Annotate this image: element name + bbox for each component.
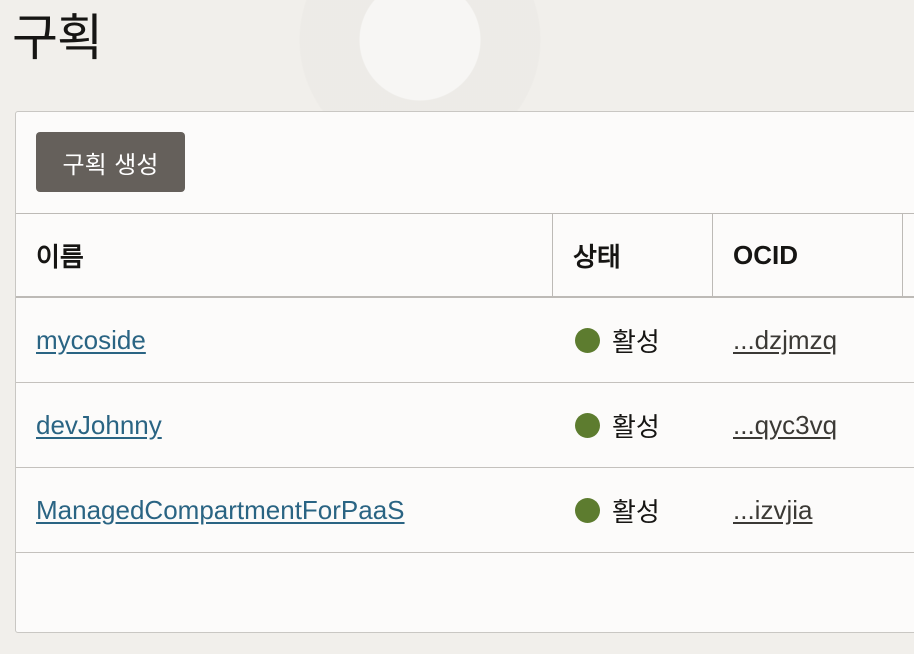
- page-title: 구획: [12, 9, 103, 67]
- table-row: mycoside 활성 ...dzjmzq: [16, 298, 914, 383]
- ocid-cell: ...dzjmzq: [733, 298, 837, 382]
- status-cell: 활성: [575, 383, 660, 467]
- status-text: 활성: [612, 497, 660, 528]
- name-cell: mycoside: [36, 298, 146, 382]
- table-header-row: 이름 상태 OCID: [16, 213, 914, 298]
- status-text: 활성: [612, 412, 660, 443]
- compartment-name-link[interactable]: devJohnny: [36, 410, 162, 441]
- compartments-page: 구획 구획 생성 이름 상태 OCID mycoside 활성 ...dzjmz…: [0, 0, 914, 654]
- status-cell: 활성: [575, 468, 660, 552]
- status-active-icon: [575, 497, 600, 523]
- status-text: 활성: [612, 327, 660, 358]
- name-cell: devJohnny: [36, 383, 162, 467]
- column-header-ocid[interactable]: OCID: [713, 214, 903, 297]
- status-active-icon: [575, 327, 600, 353]
- compartments-panel: 구획 생성 이름 상태 OCID mycoside 활성 ...dzjmzq d…: [15, 111, 914, 633]
- ocid-link[interactable]: ...dzjmzq: [733, 325, 837, 356]
- column-header-status[interactable]: 상태: [553, 214, 713, 297]
- status-active-icon: [575, 412, 600, 438]
- create-compartment-button[interactable]: 구획 생성: [36, 132, 185, 192]
- table-row: ManagedCompartmentForPaaS 활성 ...izvjia: [16, 468, 914, 553]
- compartment-name-link[interactable]: mycoside: [36, 325, 146, 356]
- compartment-name-link[interactable]: ManagedCompartmentForPaaS: [36, 495, 405, 526]
- column-header-name[interactable]: 이름: [16, 214, 553, 297]
- name-cell: ManagedCompartmentForPaaS: [36, 468, 405, 552]
- ocid-link[interactable]: ...qyc3vq: [733, 410, 837, 441]
- status-cell: 활성: [575, 298, 660, 382]
- ocid-link[interactable]: ...izvjia: [733, 495, 812, 526]
- ocid-cell: ...qyc3vq: [733, 383, 837, 467]
- ocid-cell: ...izvjia: [733, 468, 812, 552]
- table-row: devJohnny 활성 ...qyc3vq: [16, 383, 914, 468]
